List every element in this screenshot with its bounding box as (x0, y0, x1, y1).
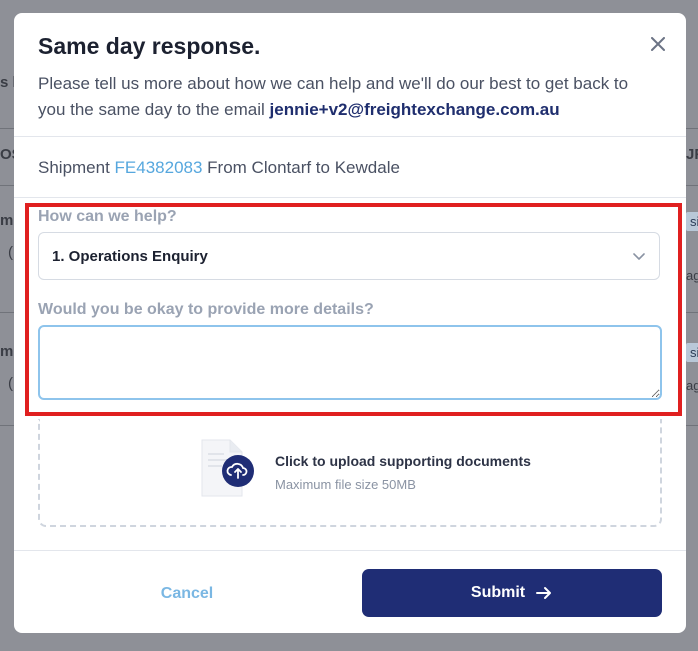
footer-divider (14, 550, 686, 551)
background-text: ag (686, 268, 698, 283)
background-text: m (0, 212, 14, 229)
background-badge: sit (686, 212, 698, 231)
same-day-response-modal: Same day response. Please tell us more a… (14, 13, 686, 633)
shipment-info: Shipment FE4382083 From Clontarf to Kewd… (38, 158, 400, 178)
help-select-value: 1. Operations Enquiry (52, 248, 208, 265)
submit-button[interactable]: Submit (362, 569, 662, 617)
shipment-divider (14, 197, 686, 198)
chevron-down-icon (633, 253, 645, 260)
background-text: m (0, 343, 14, 360)
details-textarea[interactable] (38, 325, 662, 400)
shipment-id-link[interactable]: FE4382083 (115, 158, 203, 177)
modal-title: Same day response. (38, 33, 261, 59)
submit-label: Submit (470, 584, 526, 601)
upload-cloud-icon (198, 438, 258, 505)
header-divider (14, 136, 686, 137)
email-address: jennie+v2@freightexchange.com.au (269, 100, 560, 119)
modal-subtitle: Please tell us more about how we can hel… (38, 71, 658, 123)
background-text: JR (686, 146, 698, 163)
upload-dropzone[interactable] (38, 419, 662, 527)
background-badge: sit (686, 343, 698, 362)
background-text: ( (8, 244, 13, 261)
cancel-button[interactable]: Cancel (127, 570, 247, 618)
background-text: ( (8, 375, 13, 392)
close-icon[interactable] (647, 33, 669, 55)
help-label: How can we help? (38, 208, 177, 225)
shipment-route: From Clontarf to Kewdale (202, 158, 400, 177)
upload-size-hint: Maximum file size 50MB (275, 477, 416, 492)
background-text: ag (686, 378, 698, 393)
upload-main-text: Click to upload supporting documents (275, 453, 531, 469)
arrow-right-icon (536, 587, 552, 599)
shipment-prefix: Shipment (38, 158, 115, 177)
help-select[interactable]: 1. Operations Enquiry (38, 232, 660, 280)
details-label: Would you be okay to provide more detail… (38, 301, 374, 318)
